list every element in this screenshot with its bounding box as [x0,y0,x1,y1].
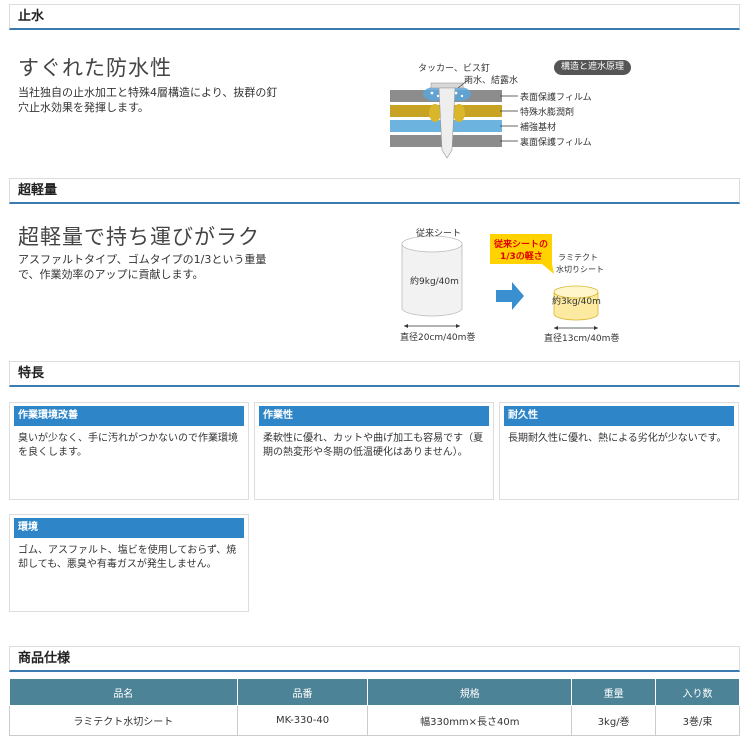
waterproof-description: 当社独自の止水加工と特殊4層構造により、抜群の釘穴止水効果を発揮します。 [18,86,278,114]
spec-cell-code: MK-330-40 [236,705,369,736]
table-row: ラミテクト水切シート MK-330-40 幅330mm×長さ40m 3kg/巻 … [9,705,740,736]
section-header-lightweight: 超軽量 [9,178,740,204]
spec-cell-quantity: 3巻/束 [655,705,740,736]
old-sheet-diameter: 直径20cm/40m巻 [400,333,476,343]
new-sheet-label-1: ラミテクト [558,253,598,262]
layer-label-3: 補強基材 [520,123,557,133]
feature-card-body: 長期耐久性に優れ、熱による劣化が少ないです。 [508,433,727,444]
waterproof-headline: すぐれた防水性 [18,56,172,80]
nail-drawing [423,79,518,159]
new-sheet-weight: 約3kg/40m [552,297,601,307]
layer-label-2: 特殊水膨潤剤 [520,108,575,118]
layer-label-1: 表面保護フィルム [520,93,592,103]
section-title: 超軽量 [18,183,58,198]
old-sheet-weight: 約9kg/40m [410,277,459,287]
feature-card-title: 環境 [14,518,244,538]
new-sheet-label-2: 水切りシート [556,265,604,274]
section-title: 止水 [18,9,45,24]
spec-table-header-row: 品名 品番 規格 重量 入り数 [9,678,740,706]
lightweight-description: アスファルトタイプ、ゴムタイプの1/3という重量で、作業効率のアップに貢献します… [18,253,267,281]
feature-card-body: ゴム、アスファルト、塩ビを使用しておらず、焼却しても、悪臭や有毒ガスが発生しませ… [18,545,237,570]
section-header-features: 特長 [9,361,740,387]
waterproof-structure-figure: 構造と遮水原理 タッカー、ビス釘 雨水、結露水 表面保護フィルム 特殊水膨潤剤 … [388,58,638,163]
spec-header-code: 品番 [236,678,369,706]
callout-line-2: 1/3の軽さ [500,252,543,262]
spec-header-size: 規格 [367,678,573,706]
layer-label-4: 裏面保護フィルム [520,138,592,148]
feature-card-title: 耐久性 [504,406,734,426]
feature-card-title: 作業性 [259,406,489,426]
spec-cell-weight: 3kg/巻 [571,705,657,736]
lightweight-headline: 超軽量で持ち運びがラク [18,225,260,249]
spec-cell-size: 幅330mm×長さ40m [367,705,573,736]
feature-card-workability: 作業性 柔軟性に優れ、カットや曲げ加工も容易です（夏期の熱変形や冬期の低温硬化は… [254,402,494,500]
feature-card-durability: 耐久性 長期耐久性に優れ、熱による劣化が少ないです。 [499,402,739,500]
spec-header-quantity: 入り数 [655,678,740,706]
feature-card-title: 作業環境改善 [14,406,244,426]
old-sheet-label: 従来シート [416,229,462,239]
spec-table: 品名 品番 規格 重量 入り数 ラミテクト水切シート MK-330-40 幅33… [9,678,740,736]
spec-header-name: 品名 [9,678,238,706]
feature-card-body: 臭いが少なく、手に汚れがつかないので作業環境を良くします。 [18,433,238,458]
spec-cell-name: ラミテクト水切シート [9,705,238,736]
section-header-spec: 商品仕様 [9,646,740,672]
feature-card-work-environment: 作業環境改善 臭いが少なく、手に汚れがつかないので作業環境を良くします。 [9,402,249,500]
new-sheet-diameter: 直径13cm/40m巻 [544,334,620,344]
section-header-waterproof: 止水 [9,4,740,30]
section-title: 特長 [18,366,45,381]
feature-card-body: 柔軟性に優れ、カットや曲げ加工も容易です（夏期の熱変形や冬期の低温硬化はありませ… [263,433,484,458]
spec-header-weight: 重量 [571,678,657,706]
weight-comparison-figure: 従来シート 約9kg/40m 直径20cm/40m巻 従来シートの 1/3の軽さ… [396,222,636,348]
feature-card-environment: 環境 ゴム、アスファルト、塩ビを使用しておらず、焼却しても、悪臭や有毒ガスが発生… [9,514,249,612]
section-title: 商品仕様 [18,651,71,666]
